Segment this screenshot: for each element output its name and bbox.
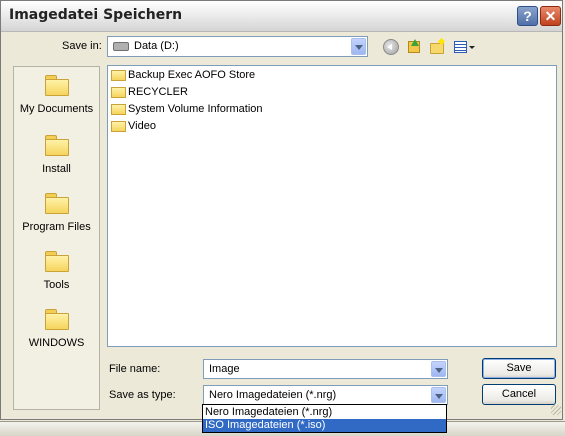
resize-grip-icon[interactable] <box>551 405 561 415</box>
folder-icon <box>111 70 126 81</box>
file-name-label: File name: <box>109 363 161 375</box>
save-in-label: Save in: <box>62 40 102 52</box>
save-button[interactable]: Save <box>482 358 556 379</box>
save-image-dialog: Imagedatei Speichern ? ✕ Save in: Data (… <box>0 0 563 420</box>
folder-icon <box>44 75 69 97</box>
save-as-type-dropdown[interactable]: Nero Imagedateien (*.nrg) <box>203 385 448 405</box>
help-button[interactable]: ? <box>517 6 538 26</box>
close-button[interactable]: ✕ <box>540 6 561 26</box>
folder-icon <box>44 193 69 215</box>
folder-icon <box>111 121 126 132</box>
dialog-title: Imagedatei Speichern <box>9 7 183 23</box>
up-folder-icon[interactable] <box>406 39 422 55</box>
dropdown-option[interactable]: Nero Imagedateien (*.nrg) <box>203 406 446 419</box>
title-bar[interactable]: Imagedatei Speichern ? ✕ <box>1 1 562 32</box>
dropdown-option-selected[interactable]: ISO Imagedateien (*.iso) <box>203 419 446 432</box>
file-name: Video <box>128 120 156 132</box>
back-icon[interactable] <box>383 39 399 55</box>
drive-icon <box>113 42 129 51</box>
cancel-button[interactable]: Cancel <box>482 384 556 405</box>
place-label: Tools <box>43 279 70 291</box>
save-as-type-value: Nero Imagedateien (*.nrg) <box>209 389 337 401</box>
file-name: System Volume Information <box>128 103 263 115</box>
file-name-value[interactable]: Image <box>209 363 240 375</box>
folder-icon <box>111 87 126 98</box>
file-name: RECYCLER <box>128 86 188 98</box>
new-folder-icon[interactable] <box>429 39 445 55</box>
chevron-down-icon[interactable] <box>351 38 366 55</box>
chevron-down-icon[interactable] <box>431 387 446 403</box>
chevron-down-icon[interactable] <box>431 361 446 377</box>
place-label: My Documents <box>19 103 94 115</box>
place-program-files[interactable]: Program Files <box>14 193 99 233</box>
folder-icon <box>44 251 69 273</box>
folder-icon <box>44 135 69 157</box>
folder-icon <box>44 309 69 331</box>
place-install[interactable]: Install <box>14 135 99 175</box>
place-my-documents[interactable]: My Documents <box>14 75 99 115</box>
save-as-type-label: Save as type: <box>109 389 176 401</box>
file-name-field[interactable]: Image <box>203 359 448 379</box>
folder-icon <box>111 104 126 115</box>
place-label: Install <box>42 163 71 175</box>
place-label: WINDOWS <box>28 337 85 349</box>
place-tools[interactable]: Tools <box>14 251 99 291</box>
places-bar: My Documents Install Program Files Tools… <box>13 66 100 410</box>
save-in-value: Data (D:) <box>134 40 179 52</box>
views-menu-icon[interactable] <box>453 39 475 55</box>
save-as-type-options[interactable]: Nero Imagedateien (*.nrg) ISO Imagedatei… <box>202 404 447 433</box>
place-label: Program Files <box>22 221 91 233</box>
save-in-dropdown[interactable]: Data (D:) <box>107 36 368 57</box>
place-windows[interactable]: WINDOWS <box>14 309 99 349</box>
file-name: Backup Exec AOFO Store <box>128 69 256 81</box>
file-list[interactable]: Backup Exec AOFO Store RECYCLER System V… <box>107 65 557 347</box>
